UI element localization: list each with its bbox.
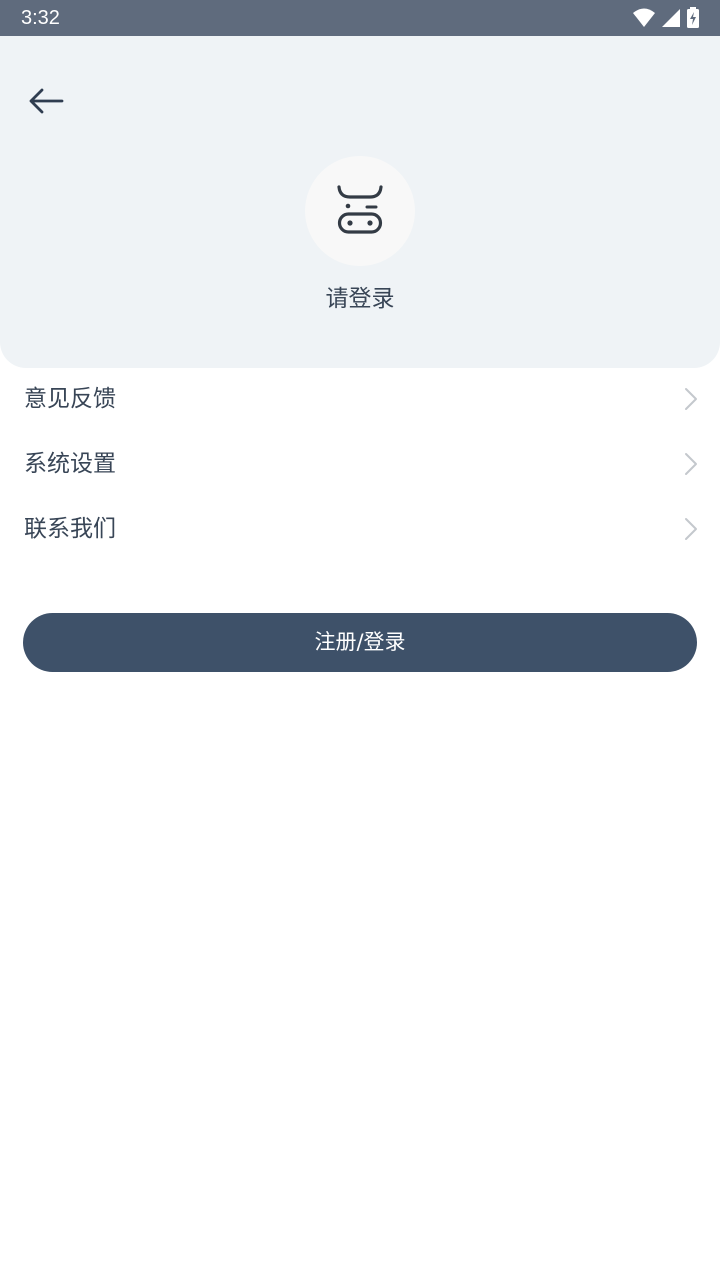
avatar[interactable] [305, 156, 415, 266]
wifi-icon [632, 6, 656, 30]
register-login-button[interactable]: 注册/登录 [23, 613, 697, 672]
battery-charging-icon [686, 6, 700, 30]
status-time: 3:32 [21, 7, 60, 29]
signal-icon [660, 6, 682, 30]
status-bar: 3:32 [0, 0, 720, 36]
chevron-right-icon [684, 452, 698, 476]
menu-item-label: 系统设置 [24, 451, 116, 477]
login-prompt[interactable]: 请登录 [0, 282, 720, 316]
menu-item-system-settings[interactable]: 系统设置 [0, 433, 720, 498]
status-icons [632, 6, 700, 30]
chevron-right-icon [684, 387, 698, 411]
arrow-left-icon [22, 88, 70, 128]
settings-menu: 意见反馈 系统设置 联系我们 [0, 368, 720, 563]
menu-item-feedback[interactable]: 意见反馈 [0, 368, 720, 433]
menu-item-label: 意见反馈 [24, 386, 116, 412]
profile-header: 请登录 [0, 36, 720, 368]
chevron-right-icon [684, 517, 698, 541]
menu-item-label: 联系我们 [24, 516, 116, 542]
back-button[interactable] [22, 80, 70, 124]
menu-item-contact-us[interactable]: 联系我们 [0, 498, 720, 563]
